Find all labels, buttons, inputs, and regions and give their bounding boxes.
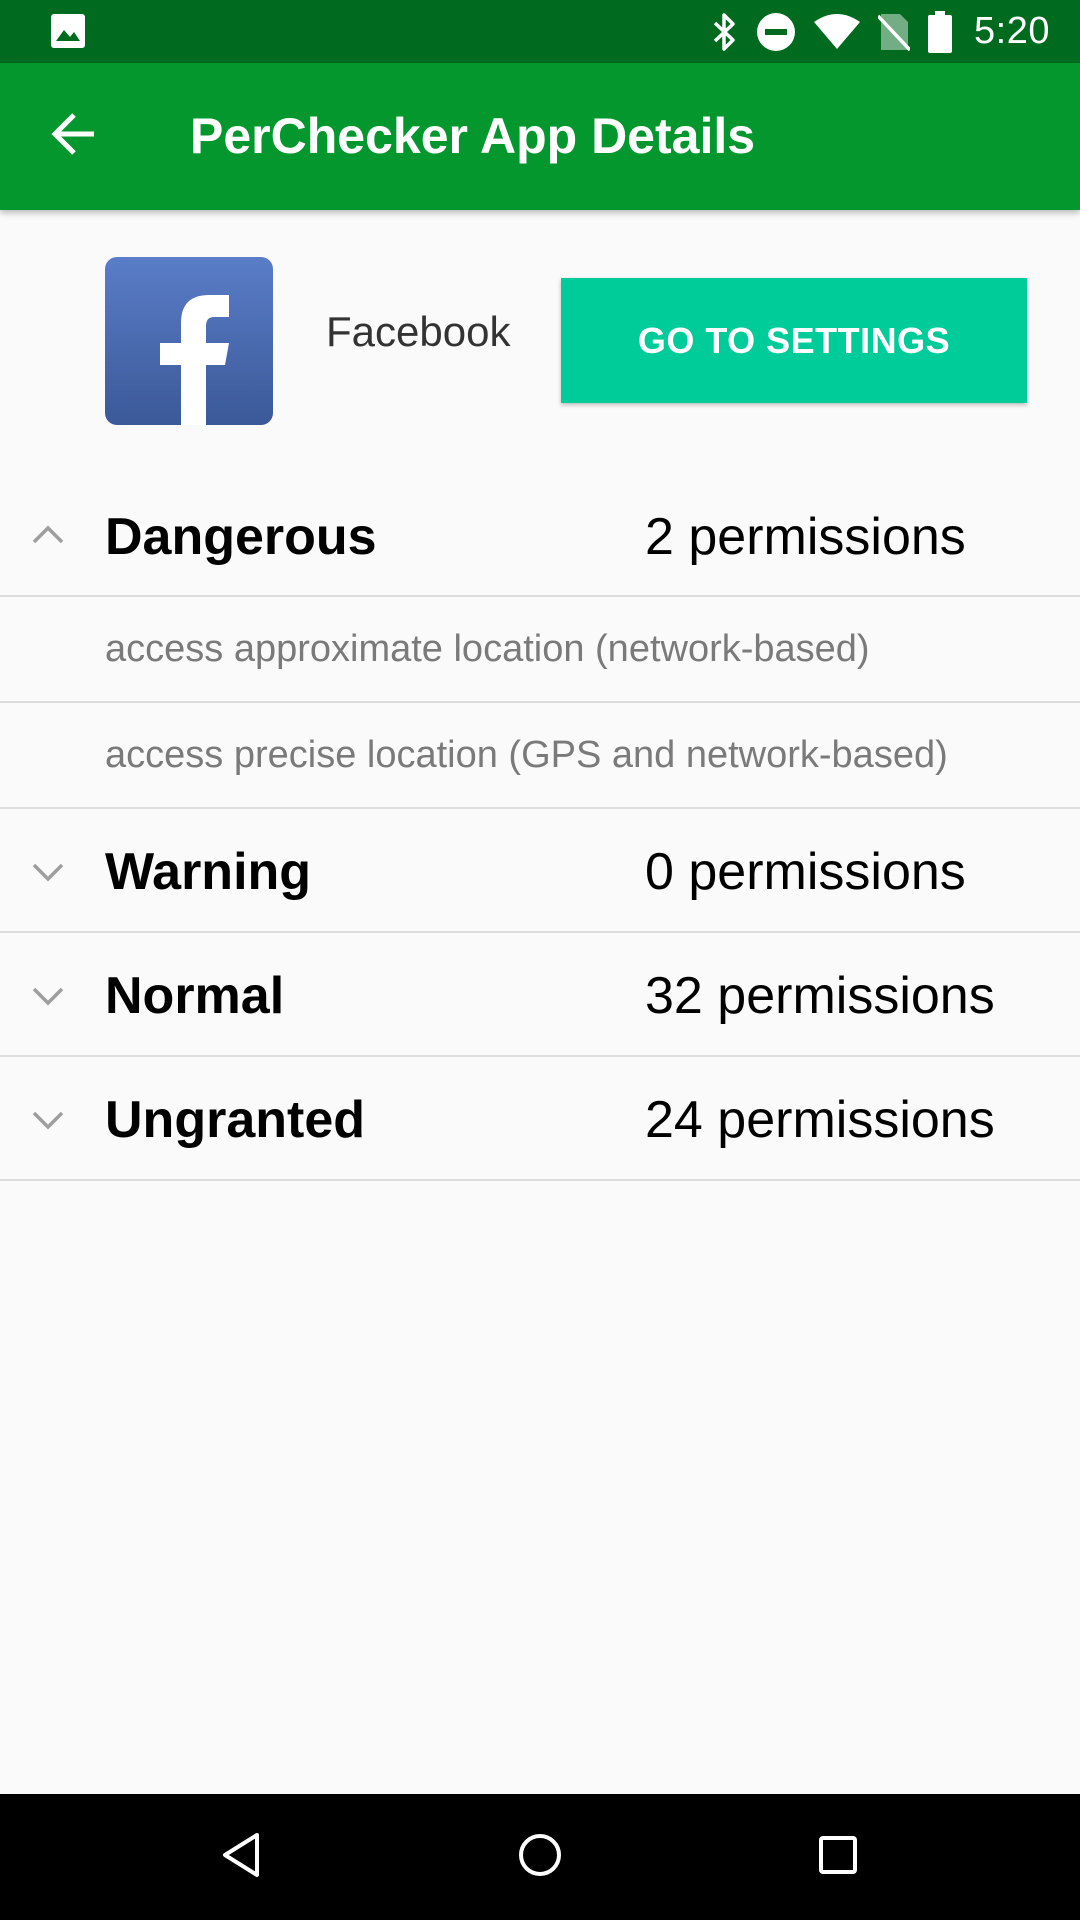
app-bar: PerChecker App Details <box>0 63 1080 210</box>
group-name: Normal <box>105 967 285 1025</box>
permission-label: access precise location (GPS and network… <box>105 734 948 776</box>
chevron-down-icon <box>30 1101 66 1137</box>
group-normal[interactable]: Normal 32 permissions <box>0 933 1080 1057</box>
go-to-settings-button[interactable]: GO TO SETTINGS <box>561 278 1027 403</box>
back-triangle-icon <box>219 1831 263 1884</box>
chevron-down-icon <box>30 853 66 889</box>
group-name: Dangerous <box>105 508 377 566</box>
permission-item[interactable]: access approximate location (network-bas… <box>0 597 1080 703</box>
group-count: 0 permissions <box>645 843 966 901</box>
navigation-bar <box>0 1794 1080 1920</box>
group-dangerous[interactable]: Dangerous 2 permissions <box>0 472 1080 597</box>
chevron-down-icon <box>30 977 66 1013</box>
facebook-logo-icon <box>105 257 273 425</box>
permission-label: access approximate location (network-bas… <box>105 628 870 670</box>
group-count: 32 permissions <box>645 967 995 1025</box>
battery-icon <box>928 10 953 53</box>
group-name: Ungranted <box>105 1091 365 1149</box>
image-notification-icon <box>51 14 85 48</box>
bluetooth-icon <box>712 12 738 52</box>
status-bar: 5:20 <box>0 0 1080 63</box>
back-button[interactable] <box>36 99 111 174</box>
status-time: 5:20 <box>974 10 1050 52</box>
app-header: Facebook GO TO SETTINGS <box>0 210 1080 472</box>
nav-back-button[interactable] <box>206 1822 276 1892</box>
group-count: 2 permissions <box>645 508 966 566</box>
group-warning[interactable]: Warning 0 permissions <box>0 809 1080 933</box>
do-not-disturb-icon <box>756 12 796 52</box>
group-count: 24 permissions <box>645 1091 995 1149</box>
nav-home-button[interactable] <box>505 1822 575 1892</box>
group-name: Warning <box>105 843 312 901</box>
wifi-icon <box>814 13 861 50</box>
home-circle-icon <box>516 1831 564 1884</box>
back-arrow-icon <box>50 112 98 161</box>
permission-item[interactable]: access precise location (GPS and network… <box>0 703 1080 809</box>
app-name: Facebook <box>326 308 511 355</box>
page-title: PerChecker App Details <box>190 108 756 164</box>
recents-square-icon <box>816 1833 860 1882</box>
chevron-up-icon <box>30 516 66 552</box>
nav-recents-button[interactable] <box>803 1822 873 1892</box>
group-ungranted[interactable]: Ungranted 24 permissions <box>0 1057 1080 1181</box>
no-sim-icon <box>878 12 911 52</box>
